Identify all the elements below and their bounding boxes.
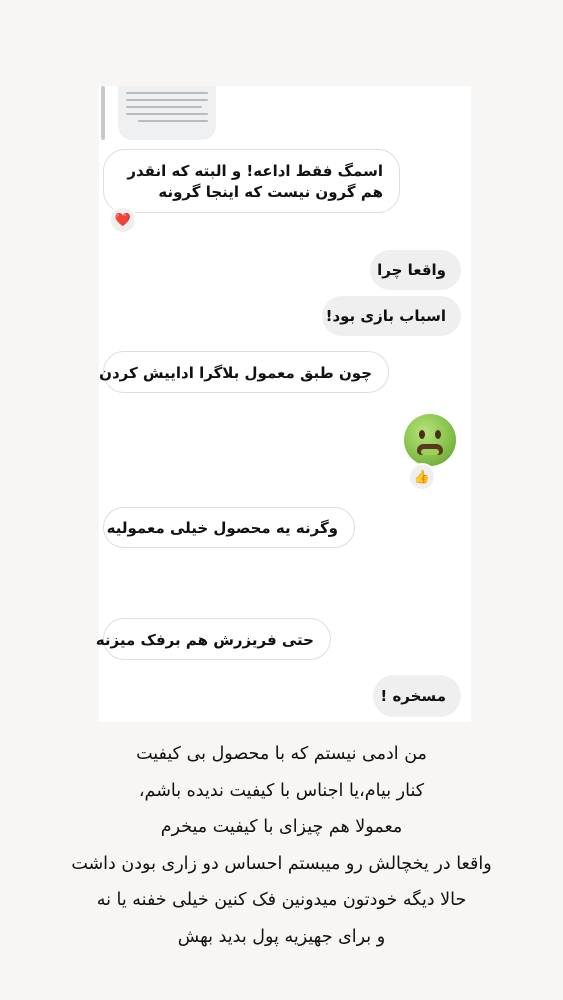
message-bubble-outgoing[interactable]: واقعا چرا (370, 250, 461, 290)
caption-line: کنار بیام،یا اجناس با کیفیت ندیده باشم، (138, 780, 425, 801)
caption-line: واقعا در یخچالش رو میبستم احساس دو زاری … (71, 853, 492, 874)
message-bubble-outgoing[interactable]: اسباب بازی بود! (322, 296, 461, 336)
heart-icon[interactable]: ❤️ (109, 206, 137, 234)
message-bubble-incoming[interactable]: وگرنه یه محصول خیلی معمولیه (103, 507, 355, 548)
reply-indicator-bar (101, 86, 105, 140)
caption-line: و برای جهیزیه پول بدید بهش (177, 926, 386, 947)
message-bubble-incoming[interactable]: اسمگ فقط اداعه! و البته که انقدر هم گرون… (103, 149, 400, 213)
message-bubble-incoming[interactable]: چون طبق معمول بلاگرا اداییش کردن (99, 351, 389, 393)
caption-line: حالا دیگه خودتون میدونین فک کنین خیلی خف… (96, 890, 467, 910)
message-bubble-outgoing[interactable]: مسخره ! (373, 675, 461, 717)
caption-line: معمولا هم چیزای با کیفیت میخرم (160, 817, 403, 837)
reply-thumbnail[interactable] (118, 86, 216, 140)
message-bubble-incoming[interactable]: حتی فریزرش هم برفک میزنه (96, 618, 331, 660)
caption-line: من ادمی نیستم که با محصول بی کیفیت (136, 744, 427, 764)
story-caption: من ادمی نیستم که با محصول بی کیفیت کنار … (0, 736, 563, 955)
thumbs-up-icon[interactable]: 👍 (408, 463, 436, 491)
nauseated-face-icon[interactable] (404, 414, 456, 466)
